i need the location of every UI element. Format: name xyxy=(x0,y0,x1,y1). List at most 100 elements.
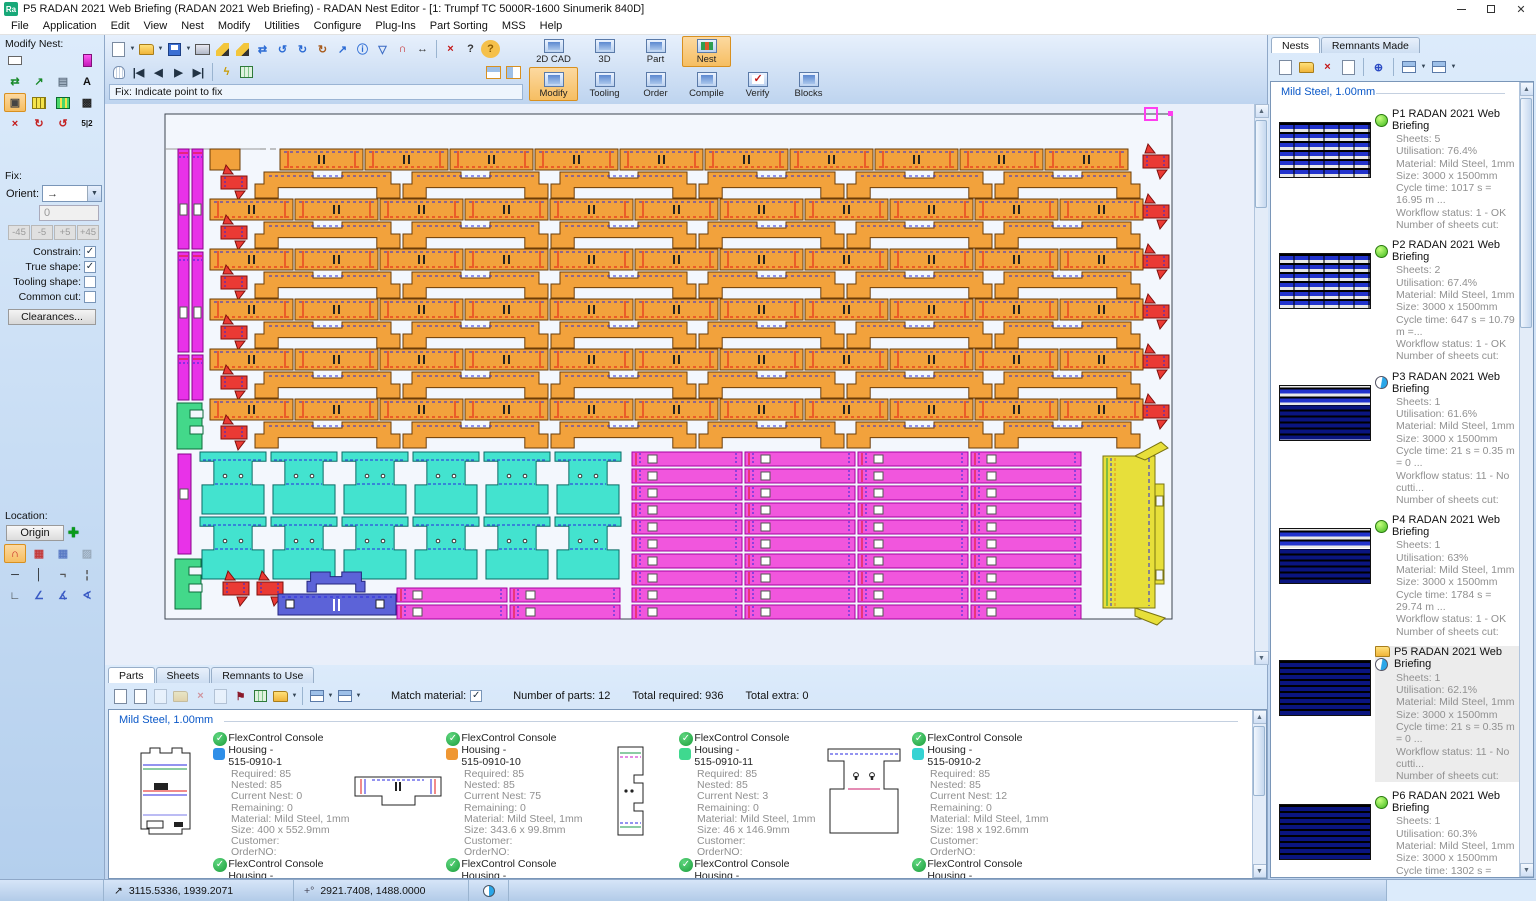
move-cross-icon[interactable]: ✚ xyxy=(68,525,79,541)
delete-nest-icon[interactable]: × xyxy=(1318,58,1337,76)
open-file-icon[interactable] xyxy=(137,40,156,58)
part-card[interactable]: ✓FlexControl Console Housing -515-0910-1… xyxy=(583,728,816,854)
help-icon[interactable]: ? xyxy=(481,40,500,58)
nests-tab-remnants-made[interactable]: Remnants Made xyxy=(1321,37,1420,53)
part-card[interactable]: ✓FlexControl Console Housing - xyxy=(583,854,816,878)
menu-nest[interactable]: Nest xyxy=(174,19,211,33)
menu-mss[interactable]: MSS xyxy=(495,19,533,33)
sheet-grid-icon[interactable] xyxy=(237,63,256,81)
mode-tab-order[interactable]: Order xyxy=(631,67,680,101)
orient-dropdown[interactable]: → ▼ xyxy=(42,185,102,202)
delete-part-icon[interactable]: × xyxy=(4,114,26,133)
angle-a-icon[interactable]: ∠ xyxy=(28,586,50,605)
rotate-icon[interactable]: ↺ xyxy=(52,114,74,133)
table-view-icon[interactable] xyxy=(251,687,270,705)
menu-file[interactable]: File xyxy=(4,19,36,33)
open-nest-icon[interactable] xyxy=(1297,58,1316,76)
line-h-icon[interactable]: ─ xyxy=(4,565,26,584)
snap-magnet-icon[interactable]: ∩ xyxy=(4,544,26,563)
mode-tab-2d-cad[interactable]: 2D CAD xyxy=(529,36,578,67)
chevron-down-icon[interactable]: ▼ xyxy=(327,687,334,705)
nest-thumbnail[interactable] xyxy=(1279,804,1371,860)
corner-top-icon[interactable]: ¬ xyxy=(52,565,74,584)
nest-thumbnail[interactable] xyxy=(1279,385,1371,441)
checkbox-tooling-shape-[interactable] xyxy=(84,276,96,288)
mode-tab-compile[interactable]: Compile xyxy=(682,67,731,101)
maximize-button[interactable] xyxy=(1476,0,1506,18)
new-file-icon[interactable] xyxy=(109,40,128,58)
nest-entry[interactable]: P6 RADAN 2021 Web BriefingSheets: 1Utili… xyxy=(1271,782,1519,877)
probe-icon[interactable] xyxy=(233,40,252,58)
view-style-1-icon[interactable] xyxy=(307,687,326,705)
mode-tab-verify[interactable]: Verify xyxy=(733,67,782,101)
nest-thumbnail[interactable] xyxy=(1279,253,1371,309)
chevron-down-icon[interactable]: ▼ xyxy=(355,687,362,705)
nest-entry[interactable]: P3 RADAN 2021 Web BriefingSheets: 1Utili… xyxy=(1271,363,1519,507)
angle-button-+5[interactable]: +5 xyxy=(54,225,76,240)
nest-thumbnail[interactable] xyxy=(1279,122,1371,178)
menu-plug-ins[interactable]: Plug-Ins xyxy=(368,19,422,33)
window-split-h-icon[interactable] xyxy=(484,63,503,81)
new-nest-icon[interactable] xyxy=(1276,58,1295,76)
parts-tab-remnants-to-use[interactable]: Remnants to Use xyxy=(211,667,314,683)
part-card[interactable]: ✓FlexControl Console Housing -515-0910-1… xyxy=(117,728,350,854)
matrix-icon[interactable]: ▩ xyxy=(76,93,98,112)
exit-door-icon[interactable] xyxy=(76,51,98,70)
nest-entry[interactable]: P2 RADAN 2021 Web BriefingSheets: 2Utili… xyxy=(1271,231,1519,362)
menu-part-sorting[interactable]: Part Sorting xyxy=(423,19,495,33)
parts-tab-sheets[interactable]: Sheets xyxy=(156,667,211,683)
mode-tab-blocks[interactable]: Blocks xyxy=(784,67,833,101)
nests-tab-nests[interactable]: Nests xyxy=(1271,37,1320,53)
mode-tab-3d[interactable]: 3D xyxy=(580,36,629,67)
array-icon[interactable] xyxy=(28,93,50,112)
clearances-button[interactable]: Clearances... xyxy=(8,309,96,325)
match-material-checkbox[interactable]: ✓ xyxy=(470,690,482,702)
magnet-icon[interactable]: ∩ xyxy=(393,40,412,58)
prev-sheet-icon[interactable]: ◀ xyxy=(149,63,168,81)
undo-icon[interactable]: ↺ xyxy=(273,40,292,58)
chevron-down-icon[interactable]: ▼ xyxy=(157,40,164,58)
new-part-icon[interactable] xyxy=(111,687,130,705)
axis-corner-icon[interactable]: ∟ xyxy=(4,586,26,605)
checkbox-common-cut-[interactable] xyxy=(84,291,96,303)
simulate-icon[interactable]: ϟ xyxy=(217,63,236,81)
mode-tab-part[interactable]: Part xyxy=(631,36,680,67)
clipboard-icon[interactable]: ▤ xyxy=(52,72,74,91)
pan-hand-icon[interactable] xyxy=(109,63,128,81)
save-file-icon[interactable] xyxy=(165,40,184,58)
part-card[interactable]: ✓FlexControl Console Housing - xyxy=(117,854,350,878)
nest-thumbnail[interactable] xyxy=(1279,528,1371,584)
query-pointer-icon[interactable]: ? xyxy=(461,40,480,58)
edit-pencil-icon[interactable] xyxy=(213,40,232,58)
menu-application[interactable]: Application xyxy=(36,19,104,33)
last-sheet-icon[interactable]: ▶| xyxy=(189,63,208,81)
close-button[interactable]: ✕ xyxy=(1506,0,1536,18)
part-card[interactable]: ✓FlexControl Console Housing -515-0910-2… xyxy=(816,728,1049,854)
menu-configure[interactable]: Configure xyxy=(307,19,369,33)
chevron-down-icon[interactable]: ▼ xyxy=(291,687,298,705)
origin-button[interactable]: Origin xyxy=(6,525,64,541)
grid-fade-icon[interactable]: ▨ xyxy=(76,544,98,563)
angle-b-icon[interactable]: ∡ xyxy=(52,586,74,605)
mode-tab-tooling[interactable]: Tooling xyxy=(580,67,629,101)
corner-side-icon[interactable]: ¦ xyxy=(76,565,98,584)
scrollbar-thumb[interactable] xyxy=(1255,120,1267,208)
move-part-icon[interactable]: ⇄ xyxy=(4,72,26,91)
sequence-icon[interactable]: ↻ xyxy=(28,114,50,133)
measure-width-icon[interactable]: ↔ xyxy=(413,40,432,58)
chevron-down-icon[interactable]: ▼ xyxy=(1420,58,1427,76)
view-style-1-icon[interactable] xyxy=(1399,58,1418,76)
scroll-down-icon[interactable]: ▼ xyxy=(1255,651,1269,665)
add-to-nest-icon[interactable] xyxy=(271,687,290,705)
menu-utilities[interactable]: Utilities xyxy=(257,19,306,33)
nest-drawing[interactable] xyxy=(105,104,1254,665)
scroll-down-icon[interactable]: ▼ xyxy=(1520,863,1534,877)
menu-view[interactable]: View xyxy=(137,19,175,33)
angle-input[interactable]: 0 xyxy=(39,205,99,221)
menu-edit[interactable]: Edit xyxy=(104,19,137,33)
mode-tab-modify[interactable]: Modify xyxy=(529,67,578,101)
canvas-vertical-scrollbar[interactable]: ▲ ▼ xyxy=(1254,104,1268,665)
import-part-icon[interactable] xyxy=(131,687,150,705)
chevron-down-icon[interactable]: ▼ xyxy=(1450,58,1457,76)
export-nest-icon[interactable] xyxy=(1339,58,1358,76)
